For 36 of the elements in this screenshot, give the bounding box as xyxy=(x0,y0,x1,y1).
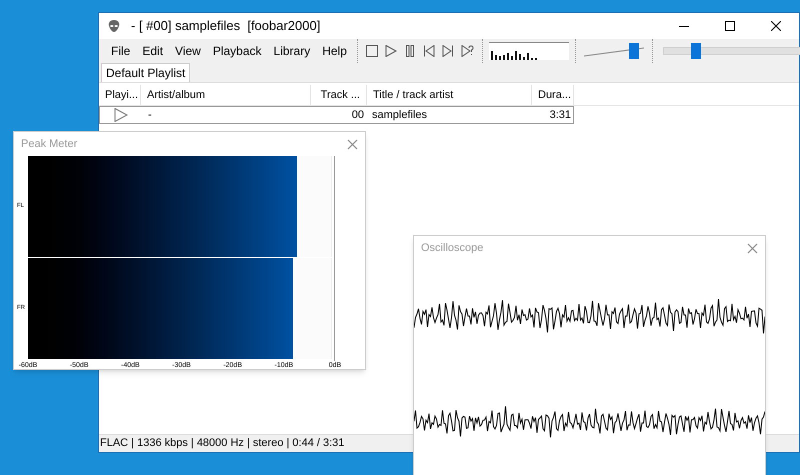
column-header[interactable]: Track ... xyxy=(311,85,367,105)
seek-thumb[interactable] xyxy=(691,43,702,59)
play-icon[interactable] xyxy=(384,45,397,57)
close-icon[interactable] xyxy=(747,242,758,254)
volume-ramp-icon xyxy=(584,47,644,57)
stop-icon[interactable] xyxy=(366,45,378,57)
playlist-tab[interactable]: Default Playlist xyxy=(101,63,190,82)
next-icon[interactable] xyxy=(442,45,454,57)
menu-item[interactable]: File xyxy=(105,42,136,60)
menu-item[interactable]: View xyxy=(169,42,207,60)
column-header[interactable]: Dura... xyxy=(532,85,574,105)
alien-icon xyxy=(107,19,121,33)
column-header[interactable]: Artist/album xyxy=(141,85,311,105)
close-icon[interactable] xyxy=(347,138,358,150)
window-title: - [ #00] samplefiles [foobar2000] xyxy=(131,17,320,36)
maximize-icon xyxy=(725,21,735,31)
table-cell-text: 3:31 xyxy=(548,108,572,123)
volume-slider[interactable] xyxy=(584,43,644,59)
menu-item[interactable]: Library xyxy=(268,42,316,60)
pause-icon[interactable] xyxy=(404,45,416,57)
previous-icon[interactable] xyxy=(422,45,435,57)
column-header[interactable]: Playi... xyxy=(99,85,141,105)
random-play-icon[interactable] xyxy=(460,45,474,57)
volume-thumb[interactable] xyxy=(628,43,639,59)
panel-title: Peak Meter xyxy=(21,136,78,152)
column-header[interactable]: Title / track artist xyxy=(367,85,532,105)
table-cell-text: 00 xyxy=(350,108,365,123)
table-cell-text: samplefiles xyxy=(371,108,428,123)
close-icon xyxy=(771,21,781,31)
table-cell-text: - xyxy=(147,108,153,123)
status-text: FLAC | 1336 kbps | 48000 Hz | stereo | 0:44 / 3:31 xyxy=(100,437,344,449)
menu-item[interactable]: Playback xyxy=(206,42,268,60)
menu-item[interactable]: Edit xyxy=(136,42,170,60)
panel-title: Oscilloscope xyxy=(421,240,484,256)
playlist-row[interactable]: - 00 samplefiles 3:31 xyxy=(99,106,574,124)
menu-item[interactable]: Help xyxy=(316,42,353,60)
